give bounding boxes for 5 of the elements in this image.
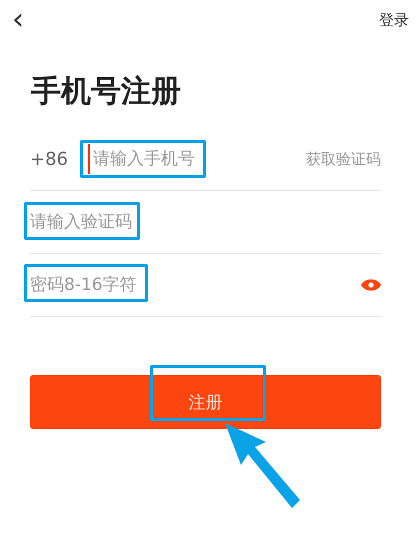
login-link[interactable]: 登录 [379, 10, 409, 30]
country-code[interactable]: +86 [30, 148, 68, 170]
page-title: 手机号注册 [31, 73, 182, 111]
eye-icon[interactable] [361, 279, 381, 291]
back-button[interactable]: ‹ [8, 5, 28, 35]
